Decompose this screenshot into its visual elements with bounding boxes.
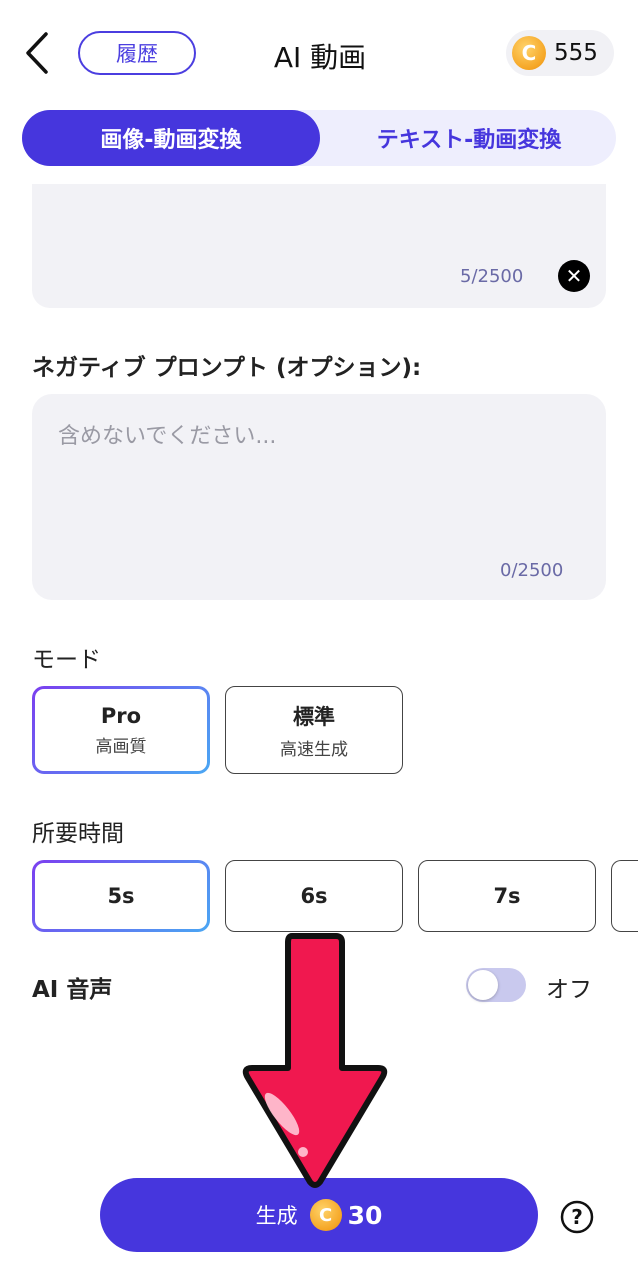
negative-prompt-input[interactable]	[56, 416, 580, 540]
prompt-input[interactable]: 5/2500 ✕	[32, 184, 606, 308]
duration-label: 所要時間	[32, 821, 124, 847]
coin-icon: C	[309, 1199, 342, 1231]
generate-cost: 30	[347, 1200, 383, 1230]
ai-voice-state: オフ	[546, 977, 592, 1003]
annotation-arrow	[242, 933, 388, 1188]
back-chevron-icon	[26, 32, 48, 74]
clear-prompt-button[interactable]: ✕	[558, 260, 590, 292]
mode-option-standard[interactable]: 標準 高速生成	[225, 686, 403, 774]
toggle-knob	[468, 970, 498, 1000]
duration-option-label: 6s	[300, 884, 328, 908]
help-button[interactable]: ?	[560, 1200, 594, 1234]
negative-prompt-counter: 0/2500	[500, 560, 564, 581]
mode-label: モード	[32, 647, 101, 673]
negative-prompt-label: ネガティブ プロンプト (オプション):	[32, 355, 422, 381]
mode-option-title: Pro	[100, 703, 142, 728]
duration-option-label: 7s	[493, 884, 521, 908]
tab-image-to-video[interactable]: 画像-動画変換	[22, 110, 320, 166]
coin-balance[interactable]: C 555	[506, 30, 614, 76]
mode-option-subtitle: 高画質	[95, 736, 147, 757]
clear-icon: ✕	[565, 264, 583, 288]
ai-voice-label: AI 音声	[32, 977, 113, 1003]
prompt-counter: 5/2500	[460, 266, 524, 287]
mode-option-pro[interactable]: Pro 高画質	[32, 686, 210, 774]
help-icon: ?	[560, 1200, 594, 1234]
ai-voice-toggle[interactable]	[466, 968, 526, 1002]
generate-label: 生成	[255, 1204, 298, 1228]
duration-option-5s[interactable]: 5s	[32, 860, 210, 932]
duration-option-label: 5s	[107, 884, 135, 908]
back-button[interactable]	[20, 28, 60, 78]
coin-count: 555	[554, 40, 598, 66]
duration-option-more[interactable]	[611, 860, 638, 932]
duration-option-7s[interactable]: 7s	[418, 860, 596, 932]
negative-prompt-box: 0/2500	[32, 394, 606, 600]
mode-option-title: 標準	[293, 704, 335, 729]
duration-option-6s[interactable]: 6s	[225, 860, 403, 932]
tab-text-to-video[interactable]: テキスト-動画変換	[322, 110, 616, 166]
mode-option-subtitle: 高速生成	[280, 739, 348, 760]
history-button[interactable]: 履歴	[78, 31, 196, 75]
page-title: AI 動画	[273, 41, 367, 74]
svg-text:?: ?	[571, 1205, 583, 1229]
mode-tabs: 画像-動画変換 テキスト-動画変換	[22, 110, 616, 166]
coin-icon: C	[512, 36, 546, 70]
